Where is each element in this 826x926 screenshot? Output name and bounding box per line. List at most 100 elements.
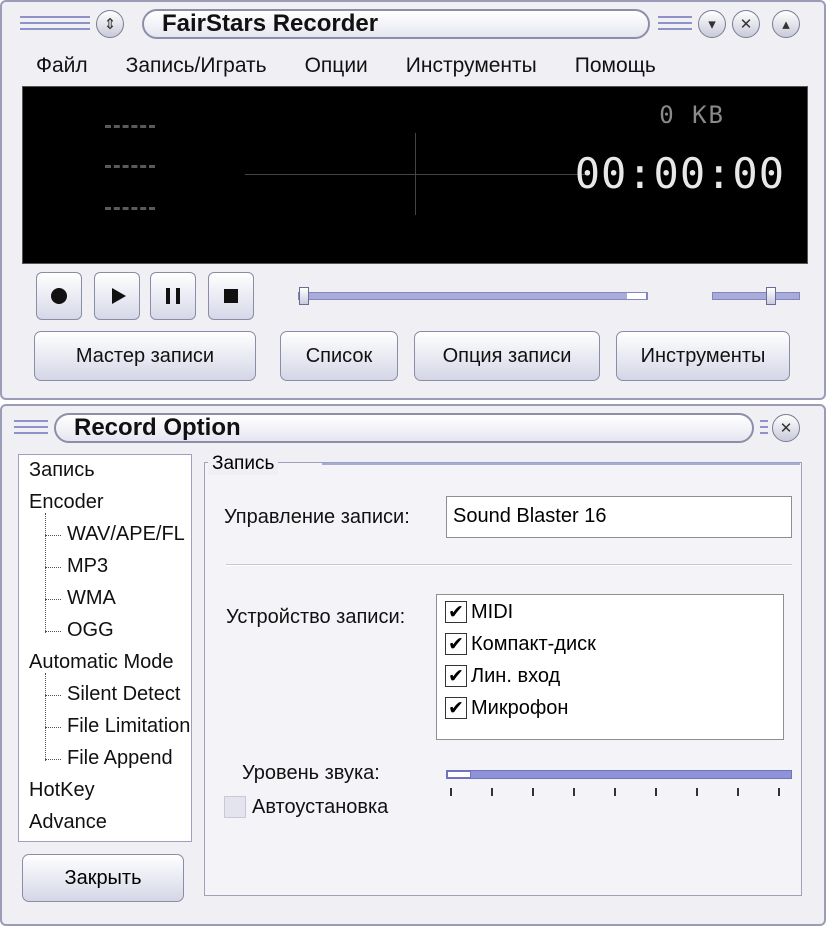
device-label: Лин. вход (471, 664, 561, 687)
time-readout: 00:00:00 (574, 149, 785, 198)
position-slider[interactable] (298, 287, 648, 305)
record-option-window: Record Option ✕ Запись Encoder WAV/APE/F… (0, 404, 826, 926)
checkbox-midi[interactable]: ✔ (445, 601, 467, 623)
volume-label: Уровень звука: (242, 762, 380, 784)
tree-item-silent-detect[interactable]: Silent Detect (67, 683, 180, 706)
tree-item-encoder[interactable]: Encoder (29, 491, 104, 514)
tree-item-hotkey[interactable]: HotKey (29, 779, 95, 802)
device-row-line-in[interactable]: ✔ Лин. вход (445, 661, 560, 691)
volume-tick (778, 788, 780, 796)
volume-tick (573, 788, 575, 796)
auto-set-label: Автоустановка (252, 796, 389, 818)
device-row-midi[interactable]: ✔ MIDI (445, 597, 513, 627)
group-divider (322, 463, 800, 465)
record-control-field[interactable]: Sound Blaster 16 (446, 496, 792, 538)
grip-icon (760, 420, 768, 434)
checkbox-microphone[interactable]: ✔ (445, 697, 467, 719)
device-label: Компакт-диск (471, 632, 596, 655)
position-slider-thumb[interactable] (299, 287, 309, 305)
volume-slider-thumb[interactable] (447, 771, 471, 778)
recorder-titlebar[interactable]: ⇕ FairStars Recorder ▾ ✕ ▴ (2, 2, 824, 46)
device-row-cd[interactable]: ✔ Компакт-диск (445, 629, 596, 659)
pause-button[interactable] (150, 272, 196, 320)
tree-item-automatic-mode[interactable]: Automatic Mode (29, 651, 174, 674)
close-dialog-button[interactable]: Закрыть (22, 854, 184, 902)
tree-item-mp3[interactable]: MP3 (67, 555, 108, 578)
tree-item-advance[interactable]: Advance (29, 811, 107, 834)
level-indicator (105, 125, 155, 128)
menu-help[interactable]: Помощь (571, 50, 660, 82)
tree-connector (45, 567, 61, 568)
playback-volume-slider[interactable] (712, 287, 800, 305)
chevron-up-icon: ▴ (782, 15, 790, 33)
record-control-label: Управление записи: (224, 506, 410, 528)
position-slider-rest (627, 293, 647, 299)
volume-tick (737, 788, 739, 796)
recorder-display: 0 KB 00:00:00 (22, 86, 808, 264)
tree-item-wma[interactable]: WMA (67, 587, 116, 610)
tree-connector (45, 513, 46, 633)
close-icon: ✕ (779, 419, 793, 437)
play-button[interactable] (94, 272, 140, 320)
record-option-button[interactable]: Опция записи (414, 331, 600, 381)
checkmark-icon: ✔ (448, 697, 464, 719)
up-down-icon: ⇕ (103, 15, 117, 33)
minimize-button[interactable]: ▾ (698, 10, 726, 38)
playback-volume-thumb[interactable] (766, 287, 777, 305)
volume-tick (655, 788, 657, 796)
tree-connector (45, 535, 61, 536)
tree-item-ogg[interactable]: OGG (67, 619, 114, 642)
menu-record-play[interactable]: Запись/Играть (122, 50, 271, 82)
waveform-axis-tick (415, 133, 416, 215)
checkmark-icon: ✔ (448, 665, 464, 687)
tree-connector (45, 695, 61, 696)
level-indicator (105, 165, 155, 168)
device-label: MIDI (471, 600, 514, 623)
volume-slider[interactable] (446, 770, 792, 779)
volume-tick (491, 788, 493, 796)
menu-options[interactable]: Опции (301, 50, 372, 82)
close-button[interactable]: ✕ (732, 10, 760, 38)
record-wizard-button[interactable]: Мастер записи (34, 331, 256, 381)
level-indicator (105, 207, 155, 210)
collapse-button[interactable]: ▴ (772, 10, 800, 38)
divider (226, 564, 792, 566)
volume-tick (696, 788, 698, 796)
window-menu-button[interactable]: ⇕ (96, 10, 124, 38)
checkbox-line-in[interactable]: ✔ (445, 665, 467, 687)
tree-item-file-append[interactable]: File Append (67, 747, 173, 770)
window-title: FairStars Recorder (142, 9, 650, 39)
list-button[interactable]: Список (280, 331, 398, 381)
dialog-close-button[interactable]: ✕ (772, 414, 800, 442)
auto-set-checkbox[interactable] (224, 796, 246, 818)
checkbox-cd[interactable]: ✔ (445, 633, 467, 655)
volume-tick (532, 788, 534, 796)
menu-tools[interactable]: Инструменты (402, 50, 541, 82)
tree-connector (45, 673, 46, 761)
stop-button[interactable] (208, 272, 254, 320)
record-device-label: Устройство записи: (226, 606, 406, 628)
grip-icon (20, 16, 90, 30)
options-tree: Запись Encoder WAV/APE/FL MP3 WMA OGG Au… (18, 454, 192, 842)
tree-item-file-limitation[interactable]: File Limitation (67, 715, 190, 738)
tree-connector (45, 631, 61, 632)
menu-file[interactable]: Файл (32, 50, 92, 82)
tree-item-wav[interactable]: WAV/APE/FL (67, 523, 185, 546)
device-row-microphone[interactable]: ✔ Микрофон (445, 693, 568, 723)
dialog-title: Record Option (54, 413, 754, 443)
record-icon (51, 288, 67, 304)
close-icon: ✕ (739, 15, 753, 33)
tree-connector (45, 759, 61, 760)
tree-connector (45, 599, 61, 600)
pause-icon (166, 288, 180, 304)
record-button[interactable] (36, 272, 82, 320)
tree-item-record[interactable]: Запись (29, 459, 95, 482)
waveform-axis (245, 174, 589, 175)
stop-icon (224, 289, 238, 303)
tools-button[interactable]: Инструменты (616, 331, 790, 381)
record-option-titlebar[interactable]: Record Option ✕ (2, 406, 824, 450)
chevron-down-icon: ▾ (708, 15, 716, 33)
menu-bar: Файл Запись/Играть Опции Инструменты Пом… (32, 50, 804, 82)
grip-icon (14, 420, 48, 434)
checkmark-icon: ✔ (448, 601, 464, 623)
